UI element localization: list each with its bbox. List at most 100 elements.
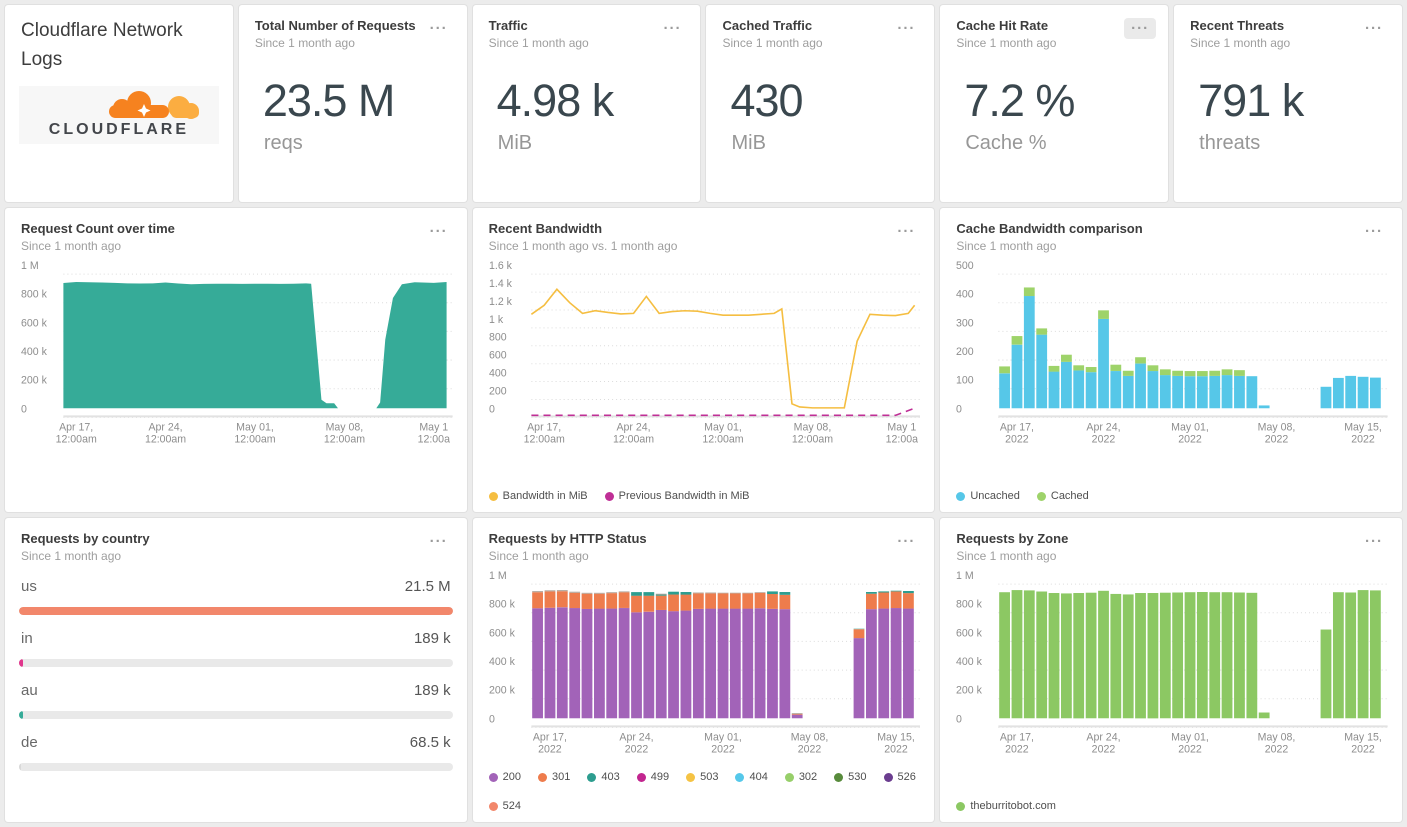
dashboard-title-card: Cloudflare Network Logs CLOUDFLARE bbox=[5, 5, 233, 202]
svg-text:2022: 2022 bbox=[1092, 744, 1116, 756]
svg-text:2022: 2022 bbox=[1179, 744, 1203, 756]
panel-title: Cache Bandwidth comparison bbox=[956, 221, 1142, 236]
panel-recent-bandwidth: Recent Bandwidth Since 1 month ago vs. 1… bbox=[473, 208, 935, 512]
svg-text:Apr 24,: Apr 24, bbox=[1087, 731, 1121, 743]
legend-dot-icon bbox=[489, 492, 498, 501]
svg-text:500: 500 bbox=[956, 260, 974, 272]
svg-text:600 k: 600 k bbox=[489, 627, 516, 639]
svg-text:2022: 2022 bbox=[884, 744, 908, 756]
panel-title: Requests by Zone bbox=[956, 531, 1068, 546]
svg-text:1 k: 1 k bbox=[489, 314, 504, 326]
svg-text:400 k: 400 k bbox=[956, 656, 983, 668]
svg-text:800: 800 bbox=[489, 332, 507, 344]
cache-bandwidth-bar-chart: 5004003002001000Apr 17,2022Apr 24,2022Ma… bbox=[940, 257, 1402, 459]
ellipsis-menu-icon[interactable]: ··· bbox=[1358, 18, 1390, 39]
svg-text:May 08,: May 08, bbox=[793, 421, 831, 433]
ellipsis-menu-icon[interactable]: ··· bbox=[890, 531, 922, 552]
ellipsis-menu-icon[interactable]: ··· bbox=[1124, 18, 1156, 39]
svg-text:1 M: 1 M bbox=[21, 260, 39, 272]
svg-text:100: 100 bbox=[956, 375, 974, 387]
ellipsis-menu-icon[interactable]: ··· bbox=[423, 18, 455, 39]
svg-text:400 k: 400 k bbox=[489, 656, 516, 668]
svg-text:0: 0 bbox=[489, 403, 495, 415]
ellipsis-menu-icon[interactable]: ··· bbox=[656, 18, 688, 39]
svg-text:1 M: 1 M bbox=[956, 570, 974, 582]
legend-item: 530 bbox=[834, 771, 866, 783]
svg-text:2022: 2022 bbox=[1265, 744, 1289, 756]
svg-text:Apr 17,: Apr 17, bbox=[59, 421, 93, 433]
cloudflare-logo: CLOUDFLARE bbox=[19, 86, 219, 144]
cloudflare-logo-text: CLOUDFLARE bbox=[49, 121, 189, 139]
legend-item: 200 bbox=[489, 771, 521, 783]
dashboard-title: Cloudflare Network Logs bbox=[21, 17, 217, 74]
svg-text:12:00am: 12:00am bbox=[324, 434, 365, 446]
panel-title: Requests by country bbox=[21, 531, 150, 546]
svg-text:12:00am: 12:00am bbox=[613, 434, 654, 446]
stat-subtitle: Since 1 month ago bbox=[722, 36, 822, 50]
country-bar-fill bbox=[19, 607, 453, 615]
svg-text:1.6 k: 1.6 k bbox=[489, 260, 513, 272]
svg-text:200: 200 bbox=[489, 385, 507, 397]
svg-text:May 15,: May 15, bbox=[1345, 421, 1383, 433]
stat-value: 430 bbox=[730, 75, 934, 127]
country-value: 21.5 M bbox=[405, 578, 451, 595]
legend-item: 403 bbox=[587, 771, 619, 783]
svg-text:12:00am: 12:00am bbox=[702, 434, 743, 446]
stat-value: 4.98 k bbox=[497, 75, 701, 127]
svg-text:0: 0 bbox=[956, 713, 962, 725]
country-row: us21.5 M bbox=[5, 563, 467, 615]
country-row: de68.5 k bbox=[5, 719, 467, 771]
legend-dot-icon bbox=[834, 773, 843, 782]
ellipsis-menu-icon[interactable]: ··· bbox=[423, 221, 455, 242]
legend-label: 530 bbox=[848, 771, 866, 783]
ellipsis-menu-icon[interactable]: ··· bbox=[1358, 221, 1390, 242]
svg-text:12:00am: 12:00am bbox=[792, 434, 833, 446]
country-value: 189 k bbox=[414, 630, 451, 647]
legend-label: 301 bbox=[552, 771, 570, 783]
stat-card-traffic: Traffic Since 1 month ago ··· 4.98 k MiB bbox=[473, 5, 701, 202]
stat-title: Cached Traffic bbox=[722, 18, 822, 33]
svg-text:12:00am: 12:00am bbox=[56, 434, 97, 446]
svg-text:0: 0 bbox=[956, 403, 962, 415]
panel-subtitle: Since 1 month ago bbox=[956, 239, 1142, 253]
panel-requests-by-zone: Requests by Zone Since 1 month ago ··· 1… bbox=[940, 518, 1402, 822]
stat-subtitle: Since 1 month ago bbox=[1190, 36, 1290, 50]
svg-text:200: 200 bbox=[956, 346, 974, 358]
legend-dot-icon bbox=[1037, 492, 1046, 501]
dashboard: Cloudflare Network Logs CLOUDFLARE bbox=[0, 0, 1407, 827]
svg-text:May 01,: May 01, bbox=[704, 421, 742, 433]
svg-text:May 01,: May 01, bbox=[704, 731, 742, 743]
stat-subtitle: Since 1 month ago bbox=[956, 36, 1056, 50]
legend-item: 526 bbox=[884, 771, 916, 783]
svg-text:May 08,: May 08, bbox=[1258, 421, 1296, 433]
country-bar-track bbox=[19, 763, 453, 771]
svg-text:2022: 2022 bbox=[1352, 744, 1376, 756]
stat-unit: Cache % bbox=[965, 132, 1168, 155]
legend-label: Uncached bbox=[970, 490, 1020, 502]
svg-text:12:00a: 12:00a bbox=[885, 434, 917, 446]
svg-text:Apr 17,: Apr 17, bbox=[1000, 731, 1034, 743]
country-bar-fill bbox=[19, 763, 21, 771]
legend-label: 499 bbox=[651, 771, 669, 783]
stat-value: 7.2 % bbox=[964, 75, 1168, 127]
stat-title: Cache Hit Rate bbox=[956, 18, 1056, 33]
svg-text:2022: 2022 bbox=[1265, 434, 1289, 446]
ellipsis-menu-icon[interactable]: ··· bbox=[890, 221, 922, 242]
svg-text:May 08,: May 08, bbox=[326, 421, 364, 433]
country-value: 189 k bbox=[414, 682, 451, 699]
legend-dot-icon bbox=[884, 773, 893, 782]
svg-text:Apr 17,: Apr 17, bbox=[1000, 421, 1034, 433]
stat-row: Cloudflare Network Logs CLOUDFLARE bbox=[5, 5, 1402, 202]
stat-unit: MiB bbox=[498, 132, 701, 155]
svg-text:200 k: 200 k bbox=[489, 685, 516, 697]
stat-title: Recent Threats bbox=[1190, 18, 1290, 33]
stat-unit: threats bbox=[1199, 132, 1402, 155]
svg-text:1.2 k: 1.2 k bbox=[489, 296, 513, 308]
legend-dot-icon bbox=[686, 773, 695, 782]
ellipsis-menu-icon[interactable]: ··· bbox=[890, 18, 922, 39]
ellipsis-menu-icon[interactable]: ··· bbox=[423, 531, 455, 552]
charts-row-1: Request Count over time Since 1 month ag… bbox=[5, 208, 1402, 512]
legend-item: theburritobot.com bbox=[956, 800, 1056, 812]
svg-text:200 k: 200 k bbox=[21, 375, 48, 387]
ellipsis-menu-icon[interactable]: ··· bbox=[1358, 531, 1390, 552]
